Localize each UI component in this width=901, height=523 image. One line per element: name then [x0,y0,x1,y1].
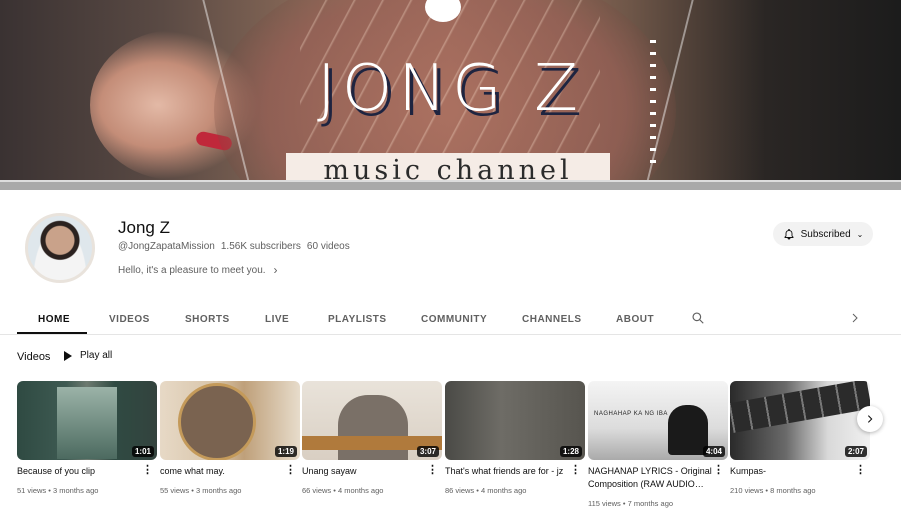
channel-subscribers: 1.56K subscribers [220,241,301,252]
thumbnail-mirror [178,383,256,460]
more-options-icon[interactable]: ⋮ [855,463,866,476]
subscribed-button-label: Subscribed [800,228,851,240]
channel-handle: @JongZapataMission [118,241,215,252]
video-duration: 1:19 [274,446,297,457]
play-all-button[interactable]: Play all [64,350,112,361]
thumbnail-text: NAGHAHAP KA NG IBA [594,411,668,417]
tab-shorts[interactable]: SHORTS [185,314,230,325]
video-duration: 1:28 [559,446,582,457]
chevron-down-icon: ⌄ [856,229,864,239]
more-options-icon[interactable]: ⋮ [285,463,296,476]
chevron-right-icon: › [273,263,278,277]
search-icon[interactable] [691,311,705,325]
video-card[interactable]: 1:28 That's what friends are for - jz 86… [445,381,585,495]
video-title[interactable]: Kumpas- [730,465,858,478]
banner-title: JONG Z [317,52,584,126]
channel-banner: JONG Z music channel [0,0,901,190]
video-card[interactable]: 1:19 come what may. 55 views • 3 months … [160,381,300,495]
tabs-divider [0,334,901,335]
subscribed-button[interactable]: Subscribed ⌄ [773,222,873,246]
video-title[interactable]: NAGHANAP LYRICS - Original Composition (… [588,465,716,491]
more-options-icon[interactable]: ⋮ [570,463,581,476]
thumbnail-person [338,395,408,460]
banner-bottom-strip [0,180,901,190]
video-duration: 4:04 [702,446,725,457]
video-meta: 51 views • 3 months ago [17,486,99,495]
channel-tabs: HOME VIDEOS SHORTS LIVE PLAYLISTS COMMUN… [17,304,885,335]
tab-live[interactable]: LIVE [265,314,289,325]
tab-channels[interactable]: CHANNELS [522,314,582,325]
video-title[interactable]: That's what friends are for - jz [445,465,573,478]
video-thumbnail[interactable]: 1:19 [160,381,300,460]
channel-videos-count: 60 videos [306,241,350,252]
channel-description[interactable]: Hello, it's a pleasure to meet you. › [118,263,278,277]
video-thumbnail[interactable]: NAGHAHAP KA NG IBA 4:04 [588,381,728,460]
video-thumbnail[interactable]: 2:07 [730,381,870,460]
thumbnail-figure [668,405,708,455]
video-duration: 1:01 [131,446,154,457]
tab-playlists[interactable]: PLAYLISTS [328,314,387,325]
video-meta: 55 views • 3 months ago [160,486,242,495]
video-thumbnail[interactable]: 3:07 [302,381,442,460]
section-title: Videos [17,351,51,363]
video-title[interactable]: Because of you clip [17,465,145,478]
video-meta: 210 views • 8 months ago [730,486,816,495]
video-thumbnail[interactable]: 1:01 [17,381,157,460]
video-duration: 2:07 [844,446,867,457]
video-card[interactable]: NAGHAHAP KA NG IBA 4:04 NAGHANAP LYRICS … [588,381,728,508]
video-thumbnail[interactable]: 1:28 [445,381,585,460]
bell-icon [784,229,794,240]
thumbnail-poster [57,387,117,459]
tab-home[interactable]: HOME [38,314,70,325]
carousel-next-button[interactable] [857,406,883,432]
tab-about[interactable]: ABOUT [616,314,654,325]
play-all-label: Play all [80,350,113,361]
video-card[interactable]: 1:01 Because of you clip 51 views • 3 mo… [17,381,157,495]
chevron-right-icon [867,415,873,423]
video-title[interactable]: come what may. [160,465,288,478]
more-options-icon[interactable]: ⋮ [713,463,724,476]
video-meta: 86 views • 4 months ago [445,486,527,495]
video-card[interactable]: 3:07 Unang sayaw 66 views • 4 months ago… [302,381,442,495]
thumbnail-guitar-neck [730,381,870,433]
channel-description-text: Hello, it's a pleasure to meet you. [118,264,266,276]
play-icon [64,350,72,361]
channel-avatar[interactable] [25,213,95,283]
channel-name: Jong Z [118,218,170,237]
video-meta: 115 views • 7 months ago [588,499,674,508]
video-title[interactable]: Unang sayaw [302,465,430,478]
video-meta: 66 views • 4 months ago [302,486,384,495]
more-options-icon[interactable]: ⋮ [142,463,153,476]
more-options-icon[interactable]: ⋮ [427,463,438,476]
video-duration: 3:07 [416,446,439,457]
channel-meta: @JongZapataMission 1.56K subscribers 60 … [118,241,350,252]
video-card[interactable]: 2:07 Kumpas- 210 views • 8 months ago ⋮ [730,381,870,495]
tab-community[interactable]: COMMUNITY [421,314,487,325]
tab-videos[interactable]: VIDEOS [109,314,150,325]
chevron-right-icon[interactable] [849,311,861,325]
